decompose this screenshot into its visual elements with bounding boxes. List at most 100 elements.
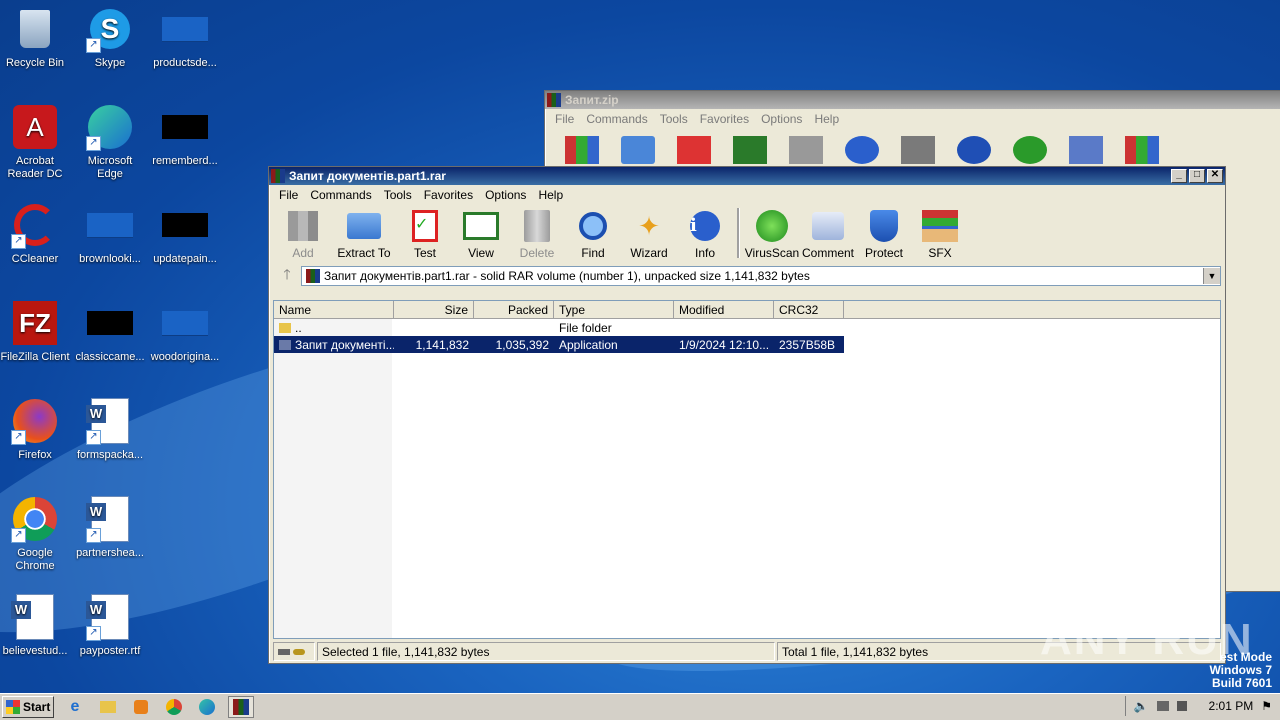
maximize-button[interactable]: □ — [1189, 169, 1205, 183]
taskbar-edge-icon[interactable] — [195, 697, 219, 717]
menu-favorites[interactable]: Favorites — [418, 188, 479, 202]
file-name: .. — [295, 320, 302, 335]
view-button[interactable]: View — [453, 208, 509, 260]
network-icon[interactable] — [1156, 701, 1169, 711]
file-name: Запит документі... — [295, 337, 394, 352]
cell-crc: 2357B58B — [779, 337, 836, 352]
wizard-button[interactable]: ✦ Wizard — [621, 208, 677, 261]
column-header-modified[interactable]: Modified — [674, 301, 774, 318]
desktop-icon-label: Acrobat Reader DC — [7, 155, 63, 180]
folder-up-icon — [279, 323, 291, 334]
chrome-icon: ↗ — [11, 495, 59, 543]
delete-button[interactable]: Delete — [509, 208, 565, 260]
protect-button[interactable]: Protect — [856, 208, 912, 260]
desktop-icon-rememberd[interactable]: rememberd... — [150, 103, 220, 168]
shortcut-arrow-icon: ↗ — [11, 234, 26, 249]
desktop-icon-partnershea[interactable]: W ↗ partnershea... — [75, 495, 145, 560]
status-icons — [273, 642, 315, 661]
column-header-type[interactable]: Type — [554, 301, 674, 318]
column-header-name[interactable]: Name — [274, 301, 394, 318]
desktop-icon-label: woodorigina... — [150, 351, 220, 363]
column-header-size[interactable]: Size — [394, 301, 474, 318]
table-row[interactable]: Запит документі... 1,141,832 1,035,392 Appl… — [274, 336, 844, 353]
menu-commands[interactable]: Commands — [580, 112, 653, 126]
desktop-icon-recycle-bin[interactable]: Recycle Bin — [0, 5, 70, 70]
desktop-icon-woodorigina[interactable]: woodorigina... — [150, 299, 220, 364]
desktop-icon-microsoft-edge[interactable]: ↗ Microsoft Edge — [75, 103, 145, 181]
taskbar-ie-icon[interactable]: e — [63, 697, 87, 717]
extract-to-button[interactable]: Extract To — [331, 208, 397, 260]
menu-help[interactable]: Help — [808, 112, 845, 126]
desktop-icon-ccleaner[interactable]: ↗ CCleaner — [0, 201, 70, 266]
power-icon[interactable] — [1176, 701, 1187, 711]
toolbar-label: View — [468, 246, 494, 260]
desktop-icon-believestud[interactable]: Wbelievestud... — [0, 593, 70, 658]
desktop-icon-filezilla-client[interactable]: FZ FileZilla Client — [0, 299, 70, 364]
find-magnifier-icon — [575, 208, 611, 244]
desktop-icon-label: rememberd... — [152, 155, 218, 167]
table-row[interactable]: .. File folder — [274, 319, 1220, 336]
desktop-icon-brownlooki[interactable]: brownlooki... — [75, 201, 145, 266]
sfx-button[interactable]: SFX — [912, 208, 968, 260]
desktop-icon-google-chrome[interactable]: ↗ Google Chrome — [0, 495, 70, 573]
ccleaner-icon: ↗ — [11, 201, 59, 249]
desktop-icon-label: Microsoft Edge — [87, 155, 133, 180]
taskbar-winrar-icon[interactable] — [228, 696, 254, 718]
file-list[interactable]: Name Size Packed Type Modified CRC32 .. File f… — [273, 300, 1221, 639]
up-folder-icon[interactable]: 🡑 — [273, 264, 301, 288]
taskbar-explorer-icon[interactable] — [96, 697, 120, 717]
desktop-icon-payposter-rtf[interactable]: W ↗ payposter.rtf — [75, 593, 145, 658]
close-button[interactable]: ✕ — [1207, 169, 1223, 183]
menu-help[interactable]: Help — [532, 188, 569, 202]
column-headers: Name Size Packed Type Modified CRC32 — [274, 301, 1220, 319]
menu-options[interactable]: Options — [479, 188, 532, 202]
desktop-icon-acrobat-reader-dc[interactable]: A Acrobat Reader DC — [0, 103, 70, 181]
find-button[interactable]: Find — [565, 208, 621, 260]
add-button[interactable]: Add — [275, 208, 331, 260]
main-winrar-window[interactable]: Запит документів.part1.rar _ □ ✕ File Com… — [268, 166, 1226, 664]
toolbar-label: Delete — [519, 246, 555, 260]
delete-trash-icon — [519, 208, 555, 244]
taskbar-chrome-icon[interactable] — [162, 697, 186, 717]
desktop-icon-skype[interactable]: S ↗ Skype — [75, 5, 145, 70]
column-header-crc32[interactable]: CRC32 — [774, 301, 844, 318]
volume-icon[interactable]: 🔈 — [1134, 699, 1149, 713]
test-button[interactable]: ✓ Test — [397, 208, 453, 260]
toolbar-label: Test — [413, 246, 436, 260]
flag-icon[interactable]: ⚑ — [1261, 699, 1272, 713]
desktop-icon-updatepain[interactable]: updatepain... — [150, 201, 220, 266]
windows-logo-icon — [6, 700, 20, 714]
back-window-titlebar[interactable]: Запит.zip — [545, 91, 1280, 109]
acrobat-icon: A — [11, 103, 59, 151]
menu-options[interactable]: Options — [755, 112, 808, 126]
clock[interactable]: 2:01 PM — [1209, 699, 1254, 713]
comment-button[interactable]: Comment — [800, 208, 856, 260]
address-dropdown-button[interactable]: ▼ — [1203, 268, 1220, 284]
cell-size: 1,141,832 — [415, 337, 469, 352]
desktop-icon-firefox[interactable]: ↗ Firefox — [0, 397, 70, 462]
start-button[interactable]: Start — [2, 696, 54, 718]
desktop-icon-label: formspacka... — [76, 449, 144, 461]
main-window-title: Запит документів.part1.rar — [289, 169, 446, 183]
toolbar-label: VirusScan — [744, 246, 800, 260]
toolbar-label: Extract To — [337, 246, 391, 260]
menu-tools[interactable]: Tools — [654, 112, 694, 126]
menu-file[interactable]: File — [273, 188, 304, 202]
column-header-packed[interactable]: Packed — [474, 301, 554, 318]
desktop-icon-classiccame[interactable]: classiccame... — [75, 299, 145, 364]
info-icon: i — [687, 208, 723, 244]
desktop-icon-productsde[interactable]: productsde... — [150, 5, 220, 70]
main-window-titlebar[interactable]: Запит документів.part1.rar _ □ ✕ — [269, 167, 1225, 185]
comment-icon — [810, 208, 846, 244]
desktop-icon-formspacka[interactable]: W ↗ formspacka... — [75, 397, 145, 462]
taskbar-mediaplayer-icon[interactable] — [129, 697, 153, 717]
menu-commands[interactable]: Commands — [304, 188, 377, 202]
menu-favorites[interactable]: Favorites — [694, 112, 755, 126]
menu-file[interactable]: File — [549, 112, 580, 126]
menu-tools[interactable]: Tools — [378, 188, 418, 202]
minimize-button[interactable]: _ — [1171, 169, 1187, 183]
virusscan-button[interactable]: VirusScan — [744, 208, 800, 260]
file-icon — [161, 299, 209, 347]
main-toolbar: Add Extract To ✓ Test View Delete Find ✦ Wizard i… — [269, 204, 1225, 266]
info-button[interactable]: i Info — [677, 208, 733, 260]
